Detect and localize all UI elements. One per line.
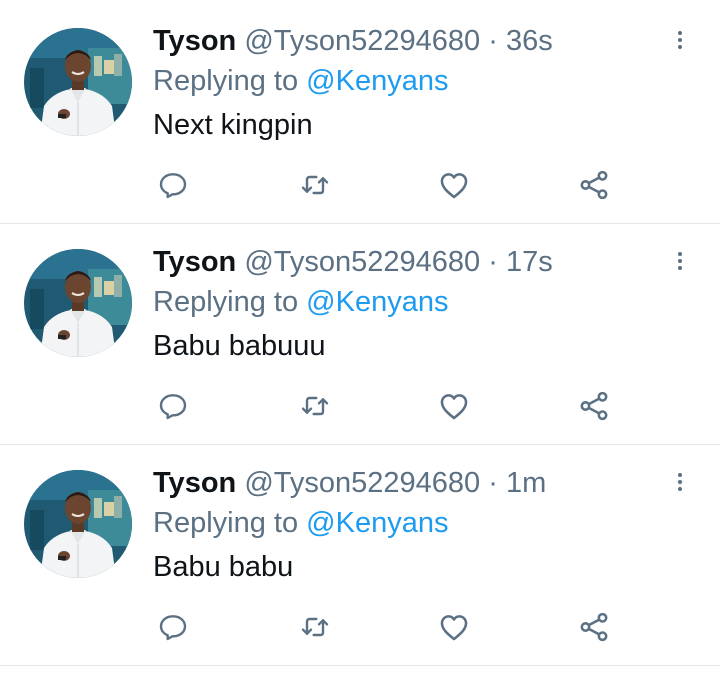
- reply-button[interactable]: [151, 163, 195, 207]
- more-options-button[interactable]: [664, 465, 696, 499]
- tweet-text: Babu babu: [153, 551, 294, 583]
- mention-link[interactable]: @Kenyans: [306, 286, 448, 318]
- username[interactable]: @Tyson52294680: [244, 467, 480, 499]
- retweet-button[interactable]: [293, 605, 337, 649]
- retweet-icon: [299, 611, 331, 643]
- tweet-actions: [0, 384, 720, 428]
- more-vertical-icon: [668, 246, 692, 276]
- share-button[interactable]: [572, 605, 616, 649]
- tweet[interactable]: Tyson @Tyson52294680 · 17s Replying to @…: [0, 224, 720, 445]
- replying-to: Replying to @Kenyans: [153, 505, 448, 541]
- like-button[interactable]: [432, 605, 476, 649]
- more-vertical-icon: [668, 467, 692, 497]
- reply-bubble-icon: [157, 169, 189, 201]
- retweet-button[interactable]: [293, 163, 337, 207]
- mention-link[interactable]: @Kenyans: [306, 507, 448, 539]
- retweet-icon: [299, 390, 331, 422]
- timestamp[interactable]: 36s: [506, 25, 553, 57]
- replying-to-label: Replying to: [153, 286, 299, 318]
- heart-icon: [437, 610, 471, 644]
- like-button[interactable]: [432, 163, 476, 207]
- heart-icon: [437, 389, 471, 423]
- tweet[interactable]: Tyson @Tyson52294680 · 1m Replying to @K…: [0, 445, 720, 666]
- retweet-button[interactable]: [293, 384, 337, 428]
- timestamp[interactable]: 17s: [506, 246, 553, 278]
- timestamp[interactable]: 1m: [506, 467, 546, 499]
- avatar-photo: [24, 249, 132, 357]
- share-button[interactable]: [572, 384, 616, 428]
- username[interactable]: @Tyson52294680: [244, 246, 480, 278]
- replying-to-label: Replying to: [153, 507, 299, 539]
- separator-dot: ·: [488, 246, 498, 278]
- avatar[interactable]: [24, 470, 132, 578]
- share-icon: [577, 610, 611, 644]
- reply-bubble-icon: [157, 390, 189, 422]
- tweet[interactable]: Tyson @Tyson52294680 · 36s Replying to @…: [0, 3, 720, 224]
- display-name[interactable]: Tyson: [153, 246, 236, 278]
- heart-icon: [437, 168, 471, 202]
- tweet-text: Next kingpin: [153, 109, 313, 141]
- share-icon: [577, 389, 611, 423]
- tweet-header: Tyson @Tyson52294680 · 17s: [153, 244, 553, 280]
- more-vertical-icon: [668, 25, 692, 55]
- share-button[interactable]: [572, 163, 616, 207]
- share-icon: [577, 168, 611, 202]
- avatar[interactable]: [24, 28, 132, 136]
- replying-to: Replying to @Kenyans: [153, 284, 448, 320]
- tweet-text: Babu babuuu: [153, 330, 326, 362]
- replying-to: Replying to @Kenyans: [153, 63, 448, 99]
- replying-to-label: Replying to: [153, 65, 299, 97]
- tweet-header: Tyson @Tyson52294680 · 1m: [153, 465, 546, 501]
- avatar-photo: [24, 28, 132, 136]
- tweet-header: Tyson @Tyson52294680 · 36s: [153, 23, 553, 59]
- reply-button[interactable]: [151, 384, 195, 428]
- tweet-actions: [0, 163, 720, 207]
- tweet-actions: [0, 605, 720, 649]
- retweet-icon: [299, 169, 331, 201]
- display-name[interactable]: Tyson: [153, 25, 236, 57]
- tweet-feed: Tyson @Tyson52294680 · 36s Replying to @…: [0, 0, 720, 684]
- display-name[interactable]: Tyson: [153, 467, 236, 499]
- avatar-photo: [24, 470, 132, 578]
- reply-bubble-icon: [157, 611, 189, 643]
- more-options-button[interactable]: [664, 244, 696, 278]
- separator-dot: ·: [488, 467, 498, 499]
- avatar[interactable]: [24, 249, 132, 357]
- mention-link[interactable]: @Kenyans: [306, 65, 448, 97]
- username[interactable]: @Tyson52294680: [244, 25, 480, 57]
- separator-dot: ·: [488, 25, 498, 57]
- like-button[interactable]: [432, 384, 476, 428]
- more-options-button[interactable]: [664, 23, 696, 57]
- reply-button[interactable]: [151, 605, 195, 649]
